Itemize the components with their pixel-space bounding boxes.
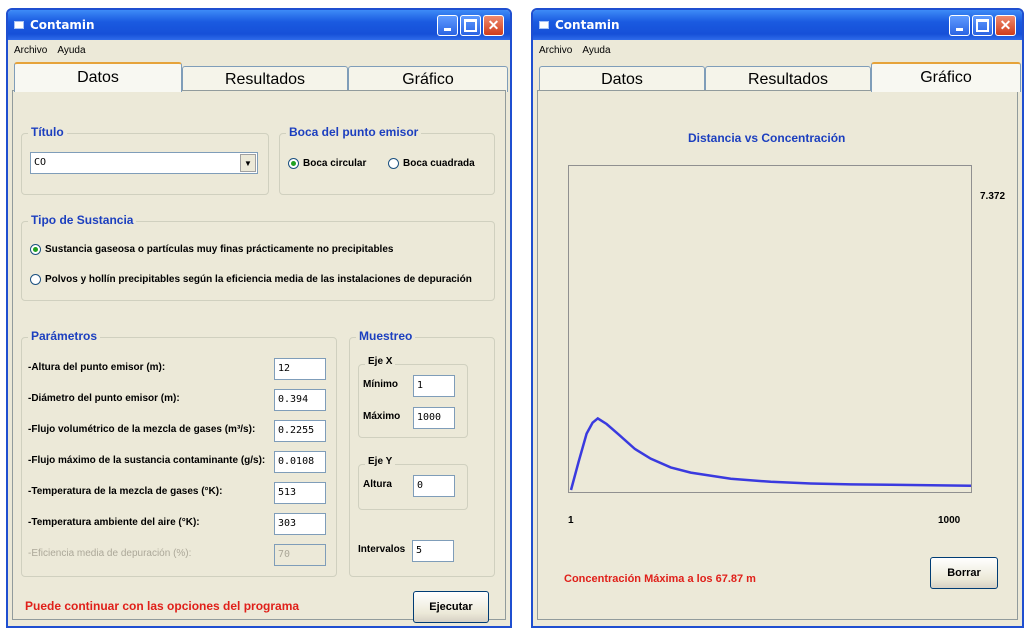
app-icon <box>14 21 24 29</box>
eje-y-label: Eje Y <box>365 456 396 467</box>
parametros-label: Parámetros <box>28 329 101 343</box>
tab-grafico[interactable]: Gráfico <box>348 66 508 92</box>
eficiencia-input[interactable]: 70 <box>274 544 326 566</box>
minimize-icon <box>438 16 457 35</box>
maximo-label: Máximo <box>363 411 401 422</box>
titulo-value: CO <box>34 157 47 168</box>
window-title: Contamin <box>555 18 620 32</box>
concentracion-maxima: Concentración Máxima a los 67.87 m <box>564 573 756 585</box>
param-label: -Flujo máximo de la sustancia contaminan… <box>28 455 266 466</box>
eje-x-label: Eje X <box>365 356 396 367</box>
titlebar[interactable]: Contamin ✕ <box>8 10 510 40</box>
maximize-button[interactable] <box>972 14 993 36</box>
minimize-icon <box>950 16 969 35</box>
param-label: -Temperatura de la mezcla de gases (°K): <box>28 486 223 497</box>
datos-panel: Título CO ▼ Boca del punto emisor Boca c… <box>12 90 506 623</box>
close-icon: ✕ <box>999 16 1012 33</box>
tab-strip: Datos Resultados Gráfico <box>537 60 1021 92</box>
eje-y-group: Eje Y Altura 0 <box>358 456 468 510</box>
radio-label: Boca cuadrada <box>403 158 475 169</box>
minimize-button[interactable] <box>437 14 458 36</box>
radio-dot <box>388 158 399 169</box>
flujo-volumetrico-input[interactable]: 0.2255 <box>274 420 326 442</box>
borrar-button[interactable]: Borrar <box>930 557 998 589</box>
menu-archivo[interactable]: Archivo <box>14 45 47 56</box>
y-tick-max: 7.372 <box>980 191 1006 202</box>
menubar: Archivo Ayuda <box>533 40 1022 60</box>
tab-datos[interactable]: Datos <box>14 62 182 92</box>
minimo-label: Mínimo <box>363 379 398 390</box>
altura-input[interactable]: 12 <box>274 358 326 380</box>
series-line-0 <box>569 416 972 491</box>
ejecutar-button[interactable]: Ejecutar <box>413 591 489 623</box>
titulo-label: Título <box>28 125 67 139</box>
radio-boca-circular[interactable]: Boca circular <box>288 158 366 169</box>
altura-y-input[interactable]: 0 <box>413 475 455 497</box>
parametros-group: Parámetros -Altura del punto emisor (m):… <box>21 329 337 577</box>
window-title: Contamin <box>30 18 95 32</box>
param-label: -Diámetro del punto emisor (m): <box>28 393 180 404</box>
maximize-icon <box>461 16 480 35</box>
param-label: -Temperatura ambiente del aire (°K): <box>28 517 200 528</box>
radio-boca-cuadrada[interactable]: Boca cuadrada <box>388 158 475 169</box>
tab-datos[interactable]: Datos <box>539 66 705 92</box>
temp-gases-input[interactable]: 513 <box>274 482 326 504</box>
radio-dot <box>288 158 299 169</box>
grafico-panel: Distancia vs Concentración 7.372 1 1000 … <box>537 90 1018 620</box>
combo-arrow-icon[interactable]: ▼ <box>240 154 256 172</box>
diametro-input[interactable]: 0.394 <box>274 389 326 411</box>
close-button[interactable]: ✕ <box>995 14 1016 36</box>
maximize-button[interactable] <box>460 14 481 36</box>
titulo-group: Título CO ▼ <box>21 125 269 195</box>
sustancia-label: Tipo de Sustancia <box>28 213 137 227</box>
minimize-button[interactable] <box>949 14 970 36</box>
intervalos-input[interactable]: 5 <box>412 540 454 562</box>
intervalos-label: Intervalos <box>358 544 406 555</box>
param-label: -Altura del punto emisor (m): <box>28 362 166 373</box>
menu-ayuda[interactable]: Ayuda <box>582 45 610 56</box>
maximo-input[interactable]: 1000 <box>413 407 455 429</box>
menu-ayuda[interactable]: Ayuda <box>57 45 85 56</box>
radio-dot <box>30 274 41 285</box>
tab-grafico[interactable]: Gráfico <box>871 62 1021 92</box>
param-label: -Eficiencia media de depuración (%): <box>28 548 192 559</box>
status-message: Puede continuar con las opciones del pro… <box>25 599 300 613</box>
muestreo-label: Muestreo <box>356 329 416 343</box>
close-button[interactable]: ✕ <box>483 14 504 36</box>
boca-label: Boca del punto emisor <box>286 125 422 139</box>
temp-ambiente-input[interactable]: 303 <box>274 513 326 535</box>
menubar: Archivo Ayuda <box>8 40 510 60</box>
plot-area <box>568 165 972 493</box>
tab-strip: Datos Resultados Gráfico <box>12 60 508 92</box>
close-icon: ✕ <box>487 16 500 33</box>
x-tick-min: 1 <box>568 515 574 526</box>
radio-label: Sustancia gaseosa o partículas muy finas… <box>45 244 394 255</box>
sustancia-group: Tipo de Sustancia Sustancia gaseosa o pa… <box>21 213 495 301</box>
minimo-input[interactable]: 1 <box>413 375 455 397</box>
boca-group: Boca del punto emisor Boca circular Boca… <box>279 125 495 195</box>
chart-svg <box>569 416 972 491</box>
altura-label: Altura <box>363 479 392 490</box>
titulo-combo[interactable]: CO ▼ <box>30 152 258 174</box>
radio-sustancia-polvos[interactable]: Polvos y hollín precipitables según la e… <box>30 274 472 285</box>
radio-label: Boca circular <box>303 158 367 169</box>
tab-resultados[interactable]: Resultados <box>182 66 348 92</box>
app-icon <box>539 21 549 29</box>
tab-resultados[interactable]: Resultados <box>705 66 871 92</box>
x-tick-max: 1000 <box>938 515 961 526</box>
menu-archivo[interactable]: Archivo <box>539 45 572 56</box>
maximize-icon <box>973 16 992 35</box>
param-label: -Flujo volumétrico de la mezcla de gases… <box>28 424 256 435</box>
muestreo-group: Muestreo Eje X Mínimo 1 Máximo 1000 Eje … <box>349 329 495 577</box>
radio-label: Polvos y hollín precipitables según la e… <box>45 274 472 285</box>
chart-title: Distancia vs Concentración <box>688 131 846 145</box>
radio-dot <box>30 244 41 255</box>
window-grafico: Contamin ✕ Archivo Ayuda Datos Resultado… <box>531 8 1024 628</box>
flujo-maximo-input[interactable]: 0.0108 <box>274 451 326 473</box>
titlebar[interactable]: Contamin ✕ <box>533 10 1022 40</box>
window-datos: Contamin ✕ Archivo Ayuda Datos Resultado… <box>6 8 512 628</box>
eje-x-group: Eje X Mínimo 1 Máximo 1000 <box>358 356 468 438</box>
radio-sustancia-gaseosa[interactable]: Sustancia gaseosa o partículas muy finas… <box>30 244 393 255</box>
